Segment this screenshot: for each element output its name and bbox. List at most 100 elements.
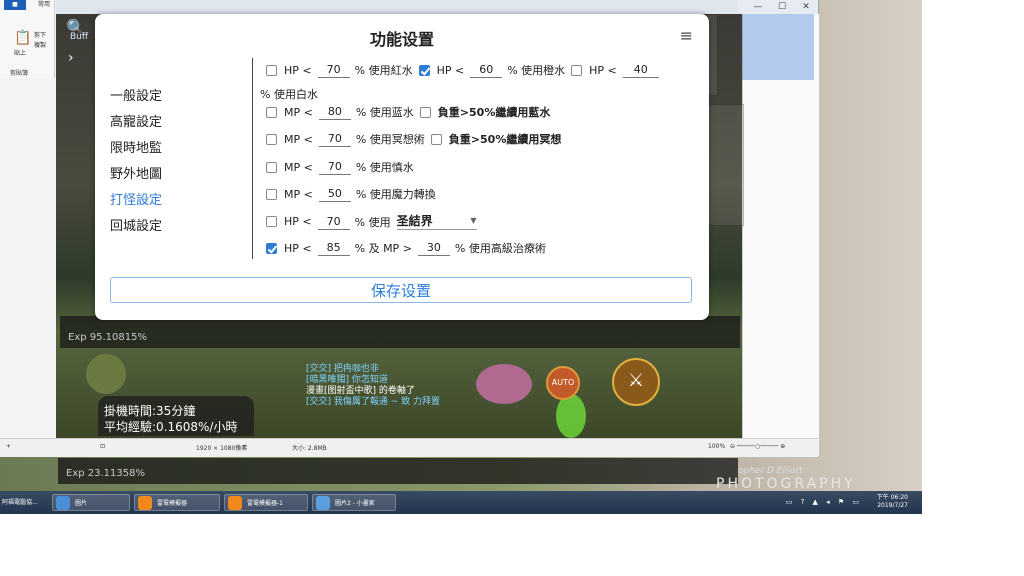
hp-orange-input[interactable]: 60 <box>470 62 503 78</box>
checkbox-mp-potion[interactable] <box>266 161 277 173</box>
exp-bottom: Exp 23.11358% <box>66 468 145 479</box>
paste-button[interactable]: 貼上 <box>14 48 26 57</box>
system-tray[interactable]: ▭ ? ▲ ◂ ⚑ ▭ <box>786 498 862 506</box>
auto-button[interactable]: AUTO <box>546 366 580 400</box>
taskbar-item[interactable]: 阿福電腦協... <box>0 494 48 511</box>
row-mp-blue: MP < 80 % 使用蓝水 負重>50%繼續用藍水 <box>266 104 550 120</box>
use-white-label: % 使用白水 <box>260 88 318 101</box>
checkbox-orange-potion[interactable] <box>418 64 430 76</box>
save-button[interactable]: 保存设置 <box>110 277 692 303</box>
maximize-icon[interactable]: ☐ <box>770 0 794 14</box>
paint-ribbon-left: ■ 常用 📋 貼上 剪下 複製 剪貼簿 <box>0 0 55 78</box>
copy-button[interactable]: 複製 <box>34 40 46 49</box>
use-mp-potion-label: % 使用慎水 <box>355 161 414 174</box>
hp-white-input[interactable]: 40 <box>622 62 659 78</box>
checkbox-heal[interactable] <box>266 242 277 254</box>
photos-icon <box>56 496 70 510</box>
paint-selection <box>742 14 814 80</box>
checkbox-weight-meditate[interactable] <box>430 133 442 145</box>
taskbar-item[interactable]: 雷電模擬器-1 <box>224 494 308 511</box>
emulator-icon <box>138 496 152 510</box>
close-icon[interactable]: ✕ <box>794 0 818 14</box>
image-dimensions: 1920 × 1080像素 <box>196 445 248 452</box>
and-mp-label: % 及 MP > <box>354 242 412 255</box>
chevron-down-icon: ▼ <box>470 216 477 225</box>
nav-general[interactable]: 一般設定 <box>110 84 162 110</box>
wallpaper-credit: opher D Elliott <box>738 466 803 476</box>
taskbar-item-label: 圖片2 - 小畫家 <box>335 500 375 507</box>
mp-meditate-input[interactable]: 70 <box>318 131 351 147</box>
checkbox-weight-blue[interactable] <box>419 106 431 118</box>
taskbar-item[interactable]: 雷電模擬器 <box>134 494 220 511</box>
add-icon[interactable]: + <box>6 443 11 450</box>
clipboard-label: 剪貼簿 <box>10 70 29 77</box>
heal-hp-input[interactable]: 85 <box>317 240 350 256</box>
use-orange-label: % 使用橙水 <box>507 64 566 77</box>
settings-nav: 一般設定 高寵設定 限時地監 野外地圖 打怪設定 回城設定 <box>110 84 162 240</box>
clipboard-icon: 📋 <box>14 30 32 46</box>
weight-blue-label: 負重>50%繼續用藍水 <box>437 106 551 119</box>
game-bar-bottom <box>58 458 738 484</box>
hp-label: HP < <box>284 215 312 228</box>
row-heal: HP < 85 % 及 MP > 30 % 使用高級治療術 <box>266 240 546 256</box>
row-mp-potion: MP < 70 % 使用慎水 <box>266 159 414 175</box>
hang-time: 掛機時間:35分鐘 <box>104 404 196 418</box>
clock-date: 2019/7/27 <box>877 502 908 509</box>
zoom-level: 100% <box>708 443 726 450</box>
use-skill-label: % 使用 <box>354 215 391 229</box>
settings-dialog: 功能设置 ≡ 一般設定 高寵設定 限時地監 野外地圖 打怪設定 回城設定 HP … <box>95 14 709 320</box>
home-tab[interactable]: 常用 <box>38 0 50 10</box>
nav-field-map[interactable]: 野外地圖 <box>110 162 162 188</box>
hp-red-input[interactable]: 70 <box>317 62 350 78</box>
zoom-slider[interactable]: ⊖ ─────○───── ⊕ <box>730 443 785 450</box>
chevron-right-icon[interactable]: › <box>68 50 74 66</box>
mp-label: MP < <box>284 105 313 119</box>
nav-combat[interactable]: 打怪設定 <box>110 188 162 214</box>
game-bar-top <box>60 316 740 348</box>
cut-button[interactable]: 剪下 <box>34 30 46 39</box>
mp-potion-input[interactable]: 70 <box>318 159 351 175</box>
checkbox-white-potion[interactable] <box>571 64 583 76</box>
hp-label: HP < <box>589 63 617 77</box>
paint-statusbar: + ⊡ 1920 × 1080像素 大小: 2.8MB 100% ⊖ ─────… <box>0 438 818 457</box>
file-tab[interactable]: ■ <box>4 0 26 10</box>
use-meditate-label: % 使用冥想術 <box>355 133 425 146</box>
mana-convert-input[interactable]: 50 <box>318 186 351 202</box>
buff-label[interactable]: Buff <box>70 32 88 42</box>
hp-skill-input[interactable]: 70 <box>317 214 350 230</box>
use-heal-label: % 使用高級治療術 <box>454 242 546 255</box>
taskbar-item[interactable]: 圖片2 - 小畫家 <box>312 494 396 511</box>
row-mana-convert: MP < 50 % 使用魔力轉換 <box>266 186 436 202</box>
dialog-title: 功能设置 <box>369 30 434 49</box>
clock[interactable]: 下午 06:20 2019/7/27 <box>877 494 908 510</box>
mp-label: MP < <box>284 132 313 146</box>
skill-select[interactable]: 圣結界 ▼ <box>396 213 477 230</box>
checkbox-mana-convert[interactable] <box>266 188 277 200</box>
chat-line: [交交] 把冉咖也非 <box>306 364 379 374</box>
emulator-icon <box>228 496 242 510</box>
minimize-icon[interactable]: — <box>746 0 770 14</box>
nav-pet[interactable]: 高寵設定 <box>110 110 162 136</box>
checkbox-red-potion[interactable] <box>266 64 277 76</box>
menu-icon[interactable]: ≡ <box>680 26 693 45</box>
nav-return-town[interactable]: 回城設定 <box>110 214 162 240</box>
weight-meditate-label: 負重>50%繼續用冥想 <box>448 133 562 146</box>
row-hp-skill: HP < 70 % 使用 圣結界 ▼ <box>266 213 477 230</box>
attack-button[interactable]: ⚔ <box>612 358 660 406</box>
nav-timed-dungeon[interactable]: 限時地監 <box>110 136 162 162</box>
avg-exp: 平均經驗:0.1608%/小時 <box>104 420 238 434</box>
chat-line: 漫畫[图射盃中歌] 的卷軸了 <box>306 386 415 396</box>
checkbox-blue-potion[interactable] <box>266 106 277 118</box>
file-size: 大小: 2.8MB <box>292 445 327 452</box>
checkbox-hp-skill[interactable] <box>266 216 277 227</box>
taskbar-item[interactable]: 圖片 <box>52 494 130 511</box>
mp-blue-input[interactable]: 80 <box>318 104 351 120</box>
paint-titlebar <box>56 0 818 14</box>
checkbox-meditate[interactable] <box>266 133 277 145</box>
paint-icon <box>316 496 330 510</box>
window-controls: — ☐ ✕ <box>738 0 818 14</box>
heal-mp-input[interactable]: 30 <box>417 240 450 256</box>
skill-select-value: 圣結界 <box>396 214 433 228</box>
taskbar-item-label: 雷電模擬器-1 <box>247 500 283 507</box>
paint-right-panel <box>742 14 819 456</box>
